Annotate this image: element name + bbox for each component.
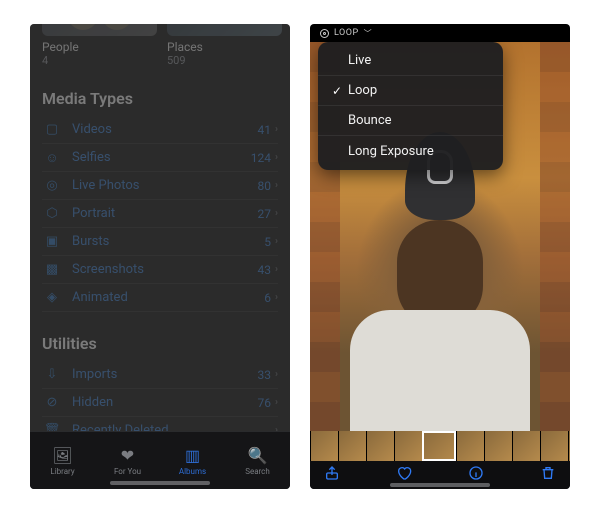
- row-label: Bursts: [72, 234, 264, 249]
- row-count: 124: [251, 151, 271, 165]
- row-label: Hidden: [72, 395, 257, 410]
- selfie-icon: ☺: [42, 150, 62, 166]
- row-count: 27: [257, 207, 271, 221]
- row-animated[interactable]: ◈ Animated 6 ›: [42, 284, 278, 312]
- livephoto-icon: ◎: [42, 178, 62, 193]
- tab-search[interactable]: 🔍 Search: [225, 432, 290, 489]
- chevron-right-icon: ›: [275, 124, 278, 135]
- row-imports[interactable]: ⇩ Imports 33 ›: [42, 361, 278, 389]
- people-places-row: People 4 Places 509: [42, 24, 278, 67]
- people-album[interactable]: People 4: [42, 24, 157, 67]
- row-bursts[interactable]: ▣ Bursts 5 ›: [42, 228, 278, 256]
- places-count: 509: [167, 54, 282, 67]
- chevron-right-icon: ›: [275, 152, 278, 163]
- screenshot-icon: ▩: [42, 262, 62, 277]
- menu-item-long-exposure[interactable]: Long Exposure: [318, 136, 503, 166]
- media-types-header: Media Types: [42, 89, 278, 108]
- row-videos[interactable]: ▢ Videos 41 ›: [42, 116, 278, 144]
- filmstrip-current[interactable]: [422, 431, 456, 461]
- menu-item-label: Long Exposure: [348, 144, 489, 159]
- row-count: 33: [257, 368, 271, 382]
- places-thumb: [167, 24, 282, 36]
- people-label: People: [42, 40, 157, 54]
- menu-item-live[interactable]: Live: [318, 46, 503, 76]
- albums-screen: People 4 Places 509 Media Types ▢ Videos…: [30, 24, 290, 489]
- home-indicator[interactable]: [390, 483, 490, 487]
- row-portrait[interactable]: ⬡ Portrait 27 ›: [42, 200, 278, 228]
- row-label: Videos: [72, 122, 257, 137]
- hidden-icon: ⊘: [42, 395, 62, 410]
- menu-item-label: Live: [348, 53, 489, 68]
- chevron-right-icon: ›: [275, 264, 278, 275]
- row-screenshots[interactable]: ▩ Screenshots 43 ›: [42, 256, 278, 284]
- portrait-icon: ⬡: [42, 206, 62, 221]
- heart-icon[interactable]: [396, 465, 412, 481]
- row-count: 41: [257, 123, 271, 137]
- menu-item-bounce[interactable]: Bounce: [318, 106, 503, 136]
- chevron-right-icon: ›: [275, 369, 278, 380]
- albums-icon: ▥: [185, 446, 200, 465]
- badge-label: LOOP: [334, 28, 359, 38]
- library-icon: 🖼: [52, 446, 72, 465]
- row-label: Live Photos: [72, 178, 257, 193]
- row-count: 80: [257, 179, 271, 193]
- menu-item-loop[interactable]: ✓ Loop: [318, 76, 503, 106]
- row-label: Screenshots: [72, 262, 257, 277]
- row-label: Imports: [72, 367, 257, 382]
- utilities-header: Utilities: [42, 334, 278, 353]
- animated-icon: ◈: [42, 290, 62, 305]
- row-label: Animated: [72, 290, 264, 305]
- chevron-down-icon: ﹀: [364, 28, 373, 39]
- trash-icon[interactable]: [540, 465, 556, 481]
- menu-item-label: Bounce: [348, 113, 489, 128]
- row-selfies[interactable]: ☺ Selfies 124 ›: [42, 144, 278, 172]
- row-count: 43: [257, 263, 271, 277]
- places-label: Places: [167, 40, 282, 54]
- photo-viewer-screen: LOOP ﹀ Live ✓ Loop Bounce: [310, 24, 570, 489]
- tab-label: For You: [114, 467, 141, 476]
- chevron-right-icon: ›: [275, 292, 278, 303]
- info-icon[interactable]: [468, 465, 484, 481]
- tab-library[interactable]: 🖼 Library: [30, 432, 95, 489]
- places-album[interactable]: Places 509: [167, 24, 282, 67]
- menu-item-label: Loop: [348, 83, 489, 98]
- row-count: 76: [257, 396, 271, 410]
- row-live-photos[interactable]: ◎ Live Photos 80 ›: [42, 172, 278, 200]
- import-icon: ⇩: [42, 367, 62, 382]
- filmstrip[interactable]: [310, 431, 570, 461]
- chevron-right-icon: ›: [275, 397, 278, 408]
- home-indicator[interactable]: [110, 481, 210, 485]
- people-count: 4: [42, 54, 157, 67]
- chevron-right-icon: ›: [275, 208, 278, 219]
- live-photo-badge[interactable]: LOOP ﹀: [310, 24, 570, 42]
- search-icon: 🔍: [248, 446, 268, 465]
- chevron-right-icon: ›: [275, 180, 278, 191]
- tab-bar: 🖼 Library ❤ For You ▥ Albums 🔍 Search: [30, 431, 290, 489]
- live-effect-menu: Live ✓ Loop Bounce Long Exposure: [318, 42, 503, 170]
- row-count: 6: [264, 291, 271, 305]
- checkmark-icon: ✓: [332, 84, 348, 98]
- row-label: Portrait: [72, 206, 257, 221]
- chevron-right-icon: ›: [275, 236, 278, 247]
- tab-label: Library: [50, 467, 74, 476]
- tab-label: Albums: [179, 467, 206, 476]
- row-label: Selfies: [72, 150, 251, 165]
- row-count: 5: [264, 235, 271, 249]
- share-icon[interactable]: [324, 465, 340, 481]
- viewer-bottom-bar: [310, 431, 570, 489]
- livephoto-icon: [320, 29, 329, 38]
- row-hidden[interactable]: ⊘ Hidden 76 ›: [42, 389, 278, 417]
- tab-label: Search: [245, 467, 270, 476]
- videocam-icon: ▢: [42, 122, 62, 137]
- people-thumb: [42, 24, 157, 36]
- foryou-icon: ❤: [121, 446, 134, 465]
- burst-icon: ▣: [42, 234, 62, 249]
